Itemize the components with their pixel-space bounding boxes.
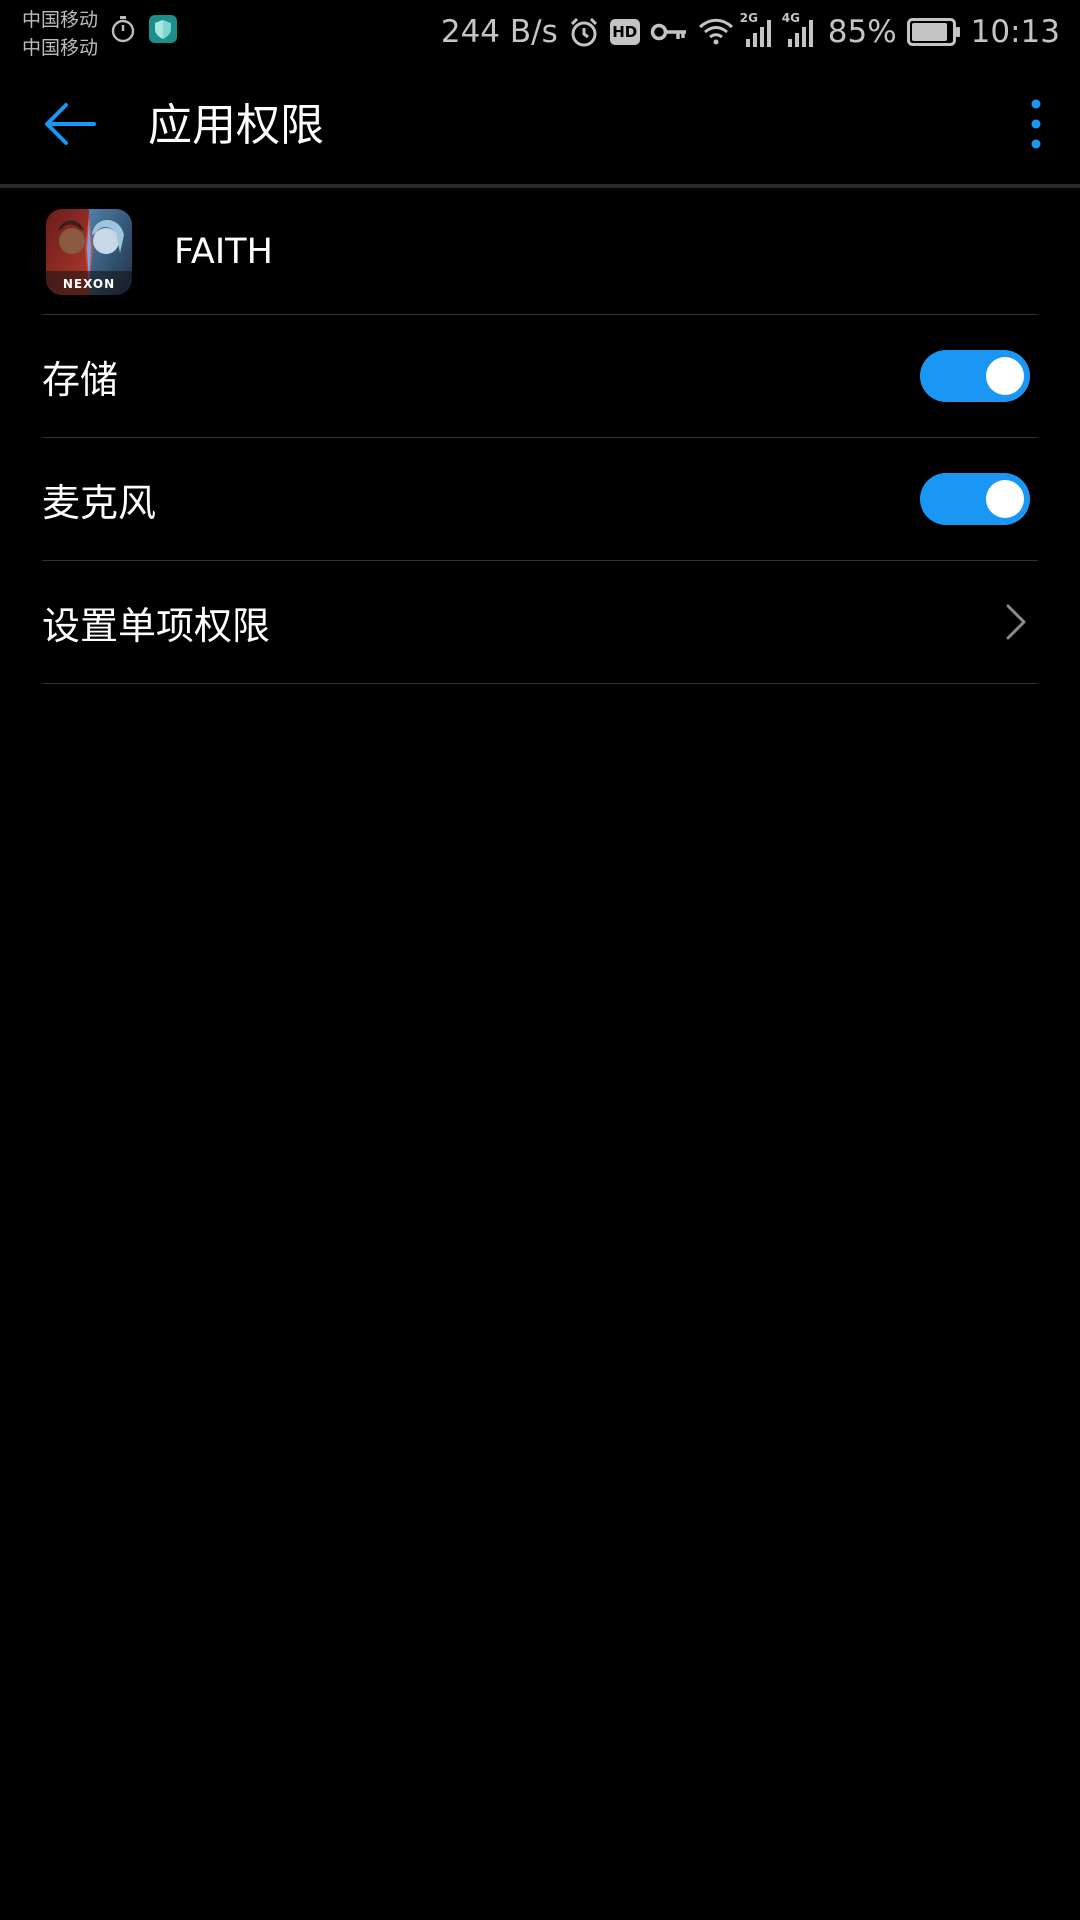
app-permissions-screen: 中国移动 中国移动 244 B/s HD 2G 4G 85% 10:13 应用权… — [0, 0, 1080, 1920]
vpn-key-icon — [650, 20, 688, 44]
carrier-2: 中国移动 — [22, 37, 99, 59]
status-bar: 中国移动 中国移动 244 B/s HD 2G 4G 85% 10:13 — [0, 0, 1080, 64]
individual-permissions-label: 设置单项权限 — [42, 603, 271, 648]
permission-list: NEXON FAITH 存储 麦克风 设置单项权限 — [42, 190, 1038, 684]
shield-app-icon — [148, 14, 178, 48]
chevron-right-icon — [996, 596, 1036, 648]
permission-row-storage[interactable]: 存储 — [42, 315, 1038, 438]
more-options-button[interactable] — [1012, 94, 1060, 158]
app-icon-label: NEXON — [62, 277, 116, 291]
battery-percent: 85% — [827, 14, 897, 50]
signal-2g-label: 2G — [739, 11, 758, 25]
signal-4g-icon: 4G — [782, 11, 818, 47]
permission-row-microphone[interactable]: 麦克风 — [42, 438, 1038, 561]
signal-4g-label: 4G — [781, 11, 800, 25]
battery-icon — [906, 18, 961, 46]
status-right: 244 B/s HD 2G 4G 85% 10:13 — [441, 10, 1060, 54]
status-time: 10:13 — [970, 14, 1060, 50]
back-button[interactable] — [34, 94, 106, 158]
permission-label: 麦克风 — [42, 480, 157, 525]
arrow-left-icon — [42, 100, 98, 152]
app-bar-divider — [0, 184, 1080, 188]
hd-icon: HD — [609, 19, 640, 45]
carrier-labels: 中国移动 中国移动 — [22, 6, 98, 62]
stopwatch-icon — [110, 14, 136, 48]
page-title: 应用权限 — [148, 100, 324, 151]
status-left-icons — [110, 14, 178, 48]
individual-permissions-row[interactable]: 设置单项权限 — [42, 561, 1038, 684]
toggle-knob — [986, 357, 1024, 395]
app-name: FAITH — [174, 232, 273, 272]
microphone-toggle[interactable] — [920, 473, 1030, 525]
toggle-knob — [986, 480, 1024, 518]
signal-2g-icon: 2G — [740, 11, 776, 47]
carrier-1: 中国移动 — [22, 9, 99, 31]
app-icon: NEXON — [46, 209, 132, 295]
storage-toggle[interactable] — [920, 350, 1030, 402]
more-vertical-icon — [1030, 98, 1042, 154]
app-info-row: NEXON FAITH — [42, 190, 1038, 315]
wifi-icon — [698, 17, 734, 47]
app-bar: 应用权限 — [0, 64, 1080, 186]
permission-label: 存储 — [42, 357, 119, 402]
net-speed: 244 B/s — [440, 14, 558, 50]
alarm-icon — [568, 16, 600, 48]
